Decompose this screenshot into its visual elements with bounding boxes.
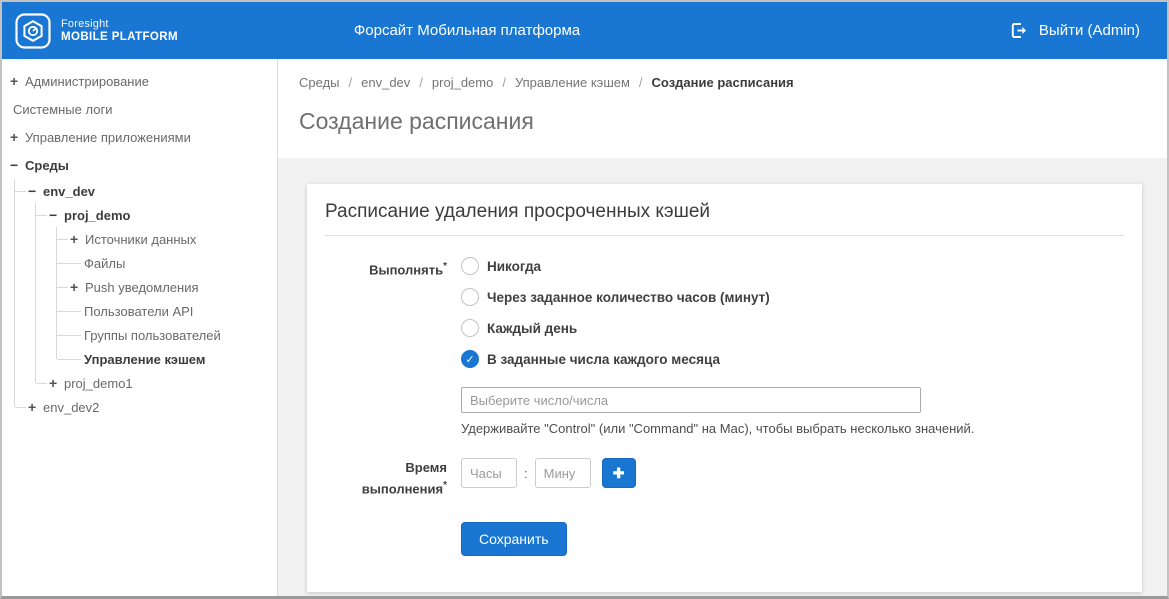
- radio-circle-icon[interactable]: [461, 288, 479, 306]
- execution-time-label: Время выполнения*: [361, 460, 447, 497]
- expand-plus-icon[interactable]: +: [10, 130, 24, 144]
- tree-group-env-dev: − proj_demo + Источники данных Файлы + P…: [35, 203, 277, 395]
- collapse-minus-icon[interactable]: −: [10, 158, 24, 172]
- add-time-button[interactable]: ✚: [601, 458, 636, 488]
- save-button[interactable]: Сохранить: [461, 522, 567, 557]
- navigation-tree: + Администрирование Системные логи + Упр…: [2, 59, 278, 596]
- expand-plus-icon[interactable]: +: [49, 376, 63, 390]
- breadcrumb-proj-demo[interactable]: proj_demo: [432, 75, 493, 90]
- logout-button[interactable]: Выйти (Admin): [1009, 21, 1140, 40]
- tree-item-user-groups[interactable]: Группы пользователей: [57, 323, 277, 347]
- required-mark: *: [443, 480, 447, 491]
- schedule-form: Выполнять* Никогда Через заданное количе…: [325, 257, 1124, 557]
- tree-item-administration[interactable]: + Администрирование: [2, 67, 277, 95]
- tree-item-api-users[interactable]: Пользователи API: [57, 299, 277, 323]
- schedule-form-card: Расписание удаления просроченных кэшей В…: [307, 184, 1142, 593]
- radio-circle-icon[interactable]: [461, 319, 479, 337]
- breadcrumb-separator: /: [638, 75, 643, 90]
- expand-plus-icon[interactable]: +: [28, 400, 42, 414]
- radio-option-never[interactable]: Никогда: [461, 257, 1124, 275]
- multiselect-help-text: Удерживайте "Control" (или "Command" на …: [461, 421, 975, 436]
- top-header: Foresight MOBILE PLATFORM Форсайт Мобиль…: [2, 2, 1167, 59]
- logo-line2: MOBILE PLATFORM: [61, 31, 178, 43]
- expand-plus-icon[interactable]: +: [70, 232, 84, 246]
- days-select-input[interactable]: [461, 387, 921, 413]
- breadcrumb-separator: /: [348, 75, 353, 90]
- app-logo: Foresight MOBILE PLATFORM: [15, 12, 178, 49]
- logo-line1: Foresight: [61, 18, 109, 30]
- tree-item-proj-demo1[interactable]: + proj_demo1: [35, 371, 277, 395]
- radio-option-given-days-of-month[interactable]: ✓ В заданные числа каждого месяца: [461, 350, 1124, 368]
- plus-icon: ✚: [612, 464, 625, 481]
- tree-item-cache-management[interactable]: Управление кэшем: [56, 347, 277, 371]
- radio-circle-icon[interactable]: [461, 257, 479, 275]
- tree-item-env-dev[interactable]: − env_dev: [15, 179, 277, 203]
- page-title: Создание расписания: [299, 108, 534, 134]
- foresight-logo-icon: [15, 12, 51, 49]
- tree-group-proj-demo: + Источники данных Файлы + Push уведомле…: [56, 227, 277, 371]
- content-area: Расписание удаления просроченных кэшей В…: [278, 158, 1167, 596]
- tree-item-system-logs[interactable]: Системные логи: [2, 95, 277, 123]
- tree-item-proj-demo[interactable]: − proj_demo: [36, 203, 277, 227]
- breadcrumb-current: Создание расписания: [651, 75, 794, 90]
- breadcrumb-cache-management[interactable]: Управление кэшем: [515, 75, 630, 90]
- hours-input[interactable]: [461, 458, 517, 488]
- radio-checked-icon[interactable]: ✓: [461, 350, 479, 368]
- collapse-minus-icon[interactable]: −: [49, 208, 63, 222]
- card-title: Расписание удаления просроченных кэшей: [325, 201, 1124, 236]
- time-colon: :: [524, 465, 528, 481]
- tree-item-app-management[interactable]: + Управление приложениями: [2, 123, 277, 151]
- radio-option-every-day[interactable]: Каждый день: [461, 319, 1124, 337]
- app-title: Форсайт Мобильная платформа: [353, 22, 581, 39]
- tree-item-files[interactable]: Файлы: [57, 251, 277, 275]
- required-mark: *: [443, 261, 447, 272]
- logout-icon: [1011, 23, 1026, 38]
- app-window: Foresight MOBILE PLATFORM Форсайт Мобиль…: [0, 0, 1169, 599]
- expand-plus-icon[interactable]: +: [70, 280, 84, 294]
- expand-plus-icon[interactable]: +: [10, 74, 24, 88]
- content-header: Среды / env_dev / proj_demo / Управление…: [278, 59, 1167, 158]
- logo-text: Foresight MOBILE PLATFORM: [61, 18, 178, 43]
- minutes-input[interactable]: [534, 458, 591, 488]
- tree-item-env-dev2[interactable]: + env_dev2: [14, 395, 277, 419]
- tree-item-push-notifications[interactable]: + Push уведомления: [57, 275, 277, 299]
- collapse-minus-icon[interactable]: −: [28, 184, 42, 198]
- breadcrumb-env-dev[interactable]: env_dev: [361, 75, 410, 90]
- logout-label: Выйти (Admin): [1038, 22, 1140, 39]
- tree-item-data-sources[interactable]: + Источники данных: [57, 227, 277, 251]
- execute-label: Выполнять*: [369, 261, 447, 278]
- breadcrumb-environments[interactable]: Среды: [299, 75, 340, 90]
- tree-item-environments[interactable]: − Среды: [2, 151, 277, 179]
- tree-group-environments: − env_dev − proj_demo + Источники данных: [14, 179, 277, 419]
- breadcrumb-separator: /: [502, 75, 506, 90]
- breadcrumb-separator: /: [419, 75, 423, 90]
- radio-option-every-n-hours[interactable]: Через заданное количество часов (минут): [461, 288, 1124, 306]
- breadcrumb: Среды / env_dev / proj_demo / Управление…: [299, 75, 1167, 90]
